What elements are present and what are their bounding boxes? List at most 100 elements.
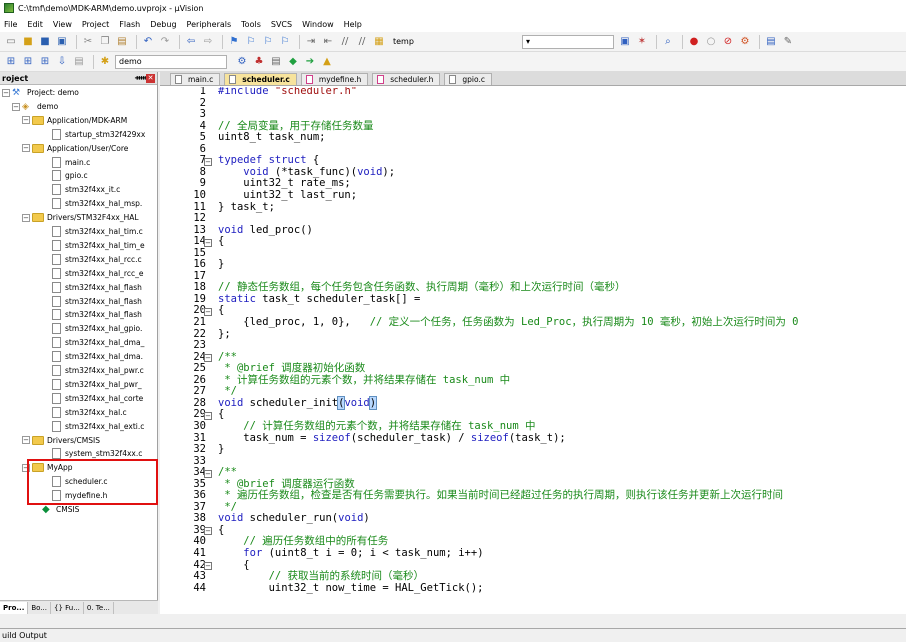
settings-gear-icon[interactable]: ⚙: [738, 35, 752, 49]
breakpoint-kill-icon[interactable]: ⊘: [721, 35, 735, 49]
zoom-icon[interactable]: ▣: [618, 35, 632, 49]
new-file-icon[interactable]: ▭: [4, 35, 18, 49]
tree-file[interactable]: mydefine.h: [52, 489, 107, 502]
collapse-toggle-icon[interactable]: −: [22, 213, 30, 222]
rebuild-icon[interactable]: ⊞: [38, 55, 52, 69]
manage-components-icon[interactable]: ♣: [252, 55, 266, 69]
menu-edit[interactable]: Edit: [27, 20, 43, 29]
paste-icon[interactable]: ▤: [115, 35, 129, 49]
editor-tab-gpio-c[interactable]: gpio.c: [444, 73, 492, 85]
nav-forward-icon[interactable]: ⇨: [201, 35, 215, 49]
tree-target[interactable]: − ◈ demo: [12, 100, 58, 113]
tree-file[interactable]: gpio.c: [52, 169, 88, 182]
fold-toggle-icon[interactable]: −: [204, 238, 212, 247]
tree-file[interactable]: stm32f4xx_hal_pwr.c: [52, 364, 144, 377]
comment-icon[interactable]: //: [338, 35, 352, 49]
tree-group[interactable]: − MyApp: [22, 461, 73, 474]
wrench-icon[interactable]: ✎: [781, 35, 795, 49]
save-icon[interactable]: ■: [38, 35, 52, 49]
code-area[interactable]: 1 2 3 4 5 6 7 8 9 10 11 12 13 14 15 16 17 18 19 20 21 22 23 24 2…: [160, 87, 906, 614]
uncomment-icon[interactable]: //: [355, 35, 369, 49]
stop-build-icon[interactable]: ▤: [72, 55, 86, 69]
tree-file[interactable]: startup_stm32f429xx: [52, 128, 145, 141]
menu-view[interactable]: View: [53, 20, 72, 29]
collapse-toggle-icon[interactable]: −: [22, 116, 30, 125]
tree-file[interactable]: stm32f4xx_hal_tim.c: [52, 225, 143, 238]
unindent-icon[interactable]: ⇤: [321, 35, 335, 49]
debug-bug-icon[interactable]: ✶: [635, 35, 649, 49]
fold-toggle-icon[interactable]: −: [204, 354, 212, 363]
tree-group[interactable]: − Application/MDK-ARM: [22, 114, 127, 127]
copy-icon[interactable]: ❐: [98, 35, 112, 49]
menu-help[interactable]: Help: [344, 20, 362, 29]
indent-icon[interactable]: ⇥: [304, 35, 318, 49]
nav-back-icon[interactable]: ⇦: [184, 35, 198, 49]
menu-flash[interactable]: Flash: [119, 20, 140, 29]
tree-file[interactable]: stm32f4xx_hal_corte: [52, 392, 143, 405]
tree-cmsis[interactable]: ◆ CMSIS: [42, 503, 79, 516]
tree-file[interactable]: stm32f4xx_hal_flash: [52, 308, 142, 321]
menu-project[interactable]: Project: [82, 20, 109, 29]
menu-file[interactable]: File: [4, 20, 17, 29]
download-icon[interactable]: ⇩: [55, 55, 69, 69]
code-text[interactable]: #include "scheduler.h"// 全局变量，用于存储任务数量 ui…: [218, 87, 906, 614]
tree-file[interactable]: stm32f4xx_hal_rcc.c: [52, 253, 142, 266]
tree-file[interactable]: main.c: [52, 156, 90, 169]
undo-icon[interactable]: ↶: [141, 35, 155, 49]
tree-file[interactable]: stm32f4xx_hal_tim_e: [52, 239, 145, 252]
fold-toggle-icon[interactable]: −: [204, 469, 212, 478]
menu-debug[interactable]: Debug: [150, 20, 176, 29]
menu-peripherals[interactable]: Peripherals: [187, 20, 232, 29]
bookmark-next-icon[interactable]: ⚐: [261, 35, 275, 49]
run-time-env-icon[interactable]: ▲: [320, 55, 334, 69]
menu-tools[interactable]: Tools: [241, 20, 261, 29]
tree-file[interactable]: stm32f4xx_hal_pwr_: [52, 378, 142, 391]
editor-tab-scheduler-h[interactable]: scheduler.h: [372, 73, 441, 85]
tab-templates[interactable]: 0. Te...: [84, 601, 114, 614]
collapse-toggle-icon[interactable]: −: [22, 436, 30, 444]
tree-file[interactable]: stm32f4xx_hal_exti.c: [52, 420, 144, 433]
editor-tab-scheduler-c[interactable]: scheduler.c: [224, 73, 297, 85]
fold-toggle-icon[interactable]: −: [204, 157, 212, 166]
fold-toggle-icon[interactable]: −: [204, 411, 212, 420]
bookmark-prev-icon[interactable]: ⚐: [244, 35, 258, 49]
collapse-toggle-icon[interactable]: −: [12, 102, 20, 111]
editor-tab-mydefine-h[interactable]: mydefine.h: [300, 73, 369, 85]
tab-project[interactable]: Pro...: [0, 601, 29, 614]
tree-file[interactable]: stm32f4xx_hal_flash: [52, 281, 142, 294]
collapse-toggle-icon[interactable]: −: [22, 144, 30, 153]
tab-books[interactable]: Bo...: [28, 601, 52, 614]
find-in-files-icon[interactable]: ▦: [372, 35, 386, 49]
menu-svcs[interactable]: SVCS: [271, 20, 292, 29]
fold-toggle-icon[interactable]: −: [204, 307, 212, 316]
editor-tab-main-c[interactable]: main.c: [170, 73, 221, 85]
find-combobox[interactable]: ▾: [521, 34, 614, 49]
cut-icon[interactable]: ✂: [81, 35, 95, 49]
close-icon[interactable]: ✕: [146, 73, 155, 83]
tree-project-root[interactable]: − ⚒ Project: demo: [2, 86, 79, 99]
tree-file[interactable]: stm32f4xx_hal_flash: [52, 295, 142, 308]
search-icon[interactable]: ⌕: [661, 35, 675, 49]
tree-group[interactable]: − Drivers/CMSIS: [22, 434, 100, 447]
open-folder-icon[interactable]: ■: [21, 35, 35, 49]
bookmark-clear-icon[interactable]: ⚐: [278, 35, 292, 49]
pack-installer-icon[interactable]: ◆: [286, 55, 300, 69]
tab-functions[interactable]: {} Fu...: [51, 601, 84, 614]
tree-file[interactable]: scheduler.c: [52, 475, 108, 488]
tree-file[interactable]: stm32f4xx_hal.c: [52, 406, 127, 419]
tree-file[interactable]: system_stm32f4xx.c: [52, 447, 142, 460]
tree-file[interactable]: stm32f4xx_it.c: [52, 183, 120, 196]
tree-group[interactable]: − Drivers/STM32F4xx_HAL: [22, 211, 139, 224]
select-packs-icon[interactable]: ➔: [303, 55, 317, 69]
target-select-icon[interactable]: ✱: [98, 55, 112, 69]
pin-icon[interactable]: ᚔ: [135, 74, 148, 83]
tree-file[interactable]: stm32f4xx_hal_rcc_e: [52, 267, 143, 280]
tree-group[interactable]: − Application/User/Core: [22, 142, 128, 155]
bookmark-icon[interactable]: ⚑: [227, 35, 241, 49]
tree-file[interactable]: stm32f4xx_hal_dma.: [52, 350, 143, 363]
collapse-toggle-icon[interactable]: −: [22, 463, 30, 472]
breakpoint-icon[interactable]: ●: [687, 35, 701, 49]
collapse-toggle-icon[interactable]: −: [2, 88, 10, 97]
menu-window[interactable]: Window: [302, 20, 334, 29]
build-icon[interactable]: ⊞: [21, 55, 35, 69]
